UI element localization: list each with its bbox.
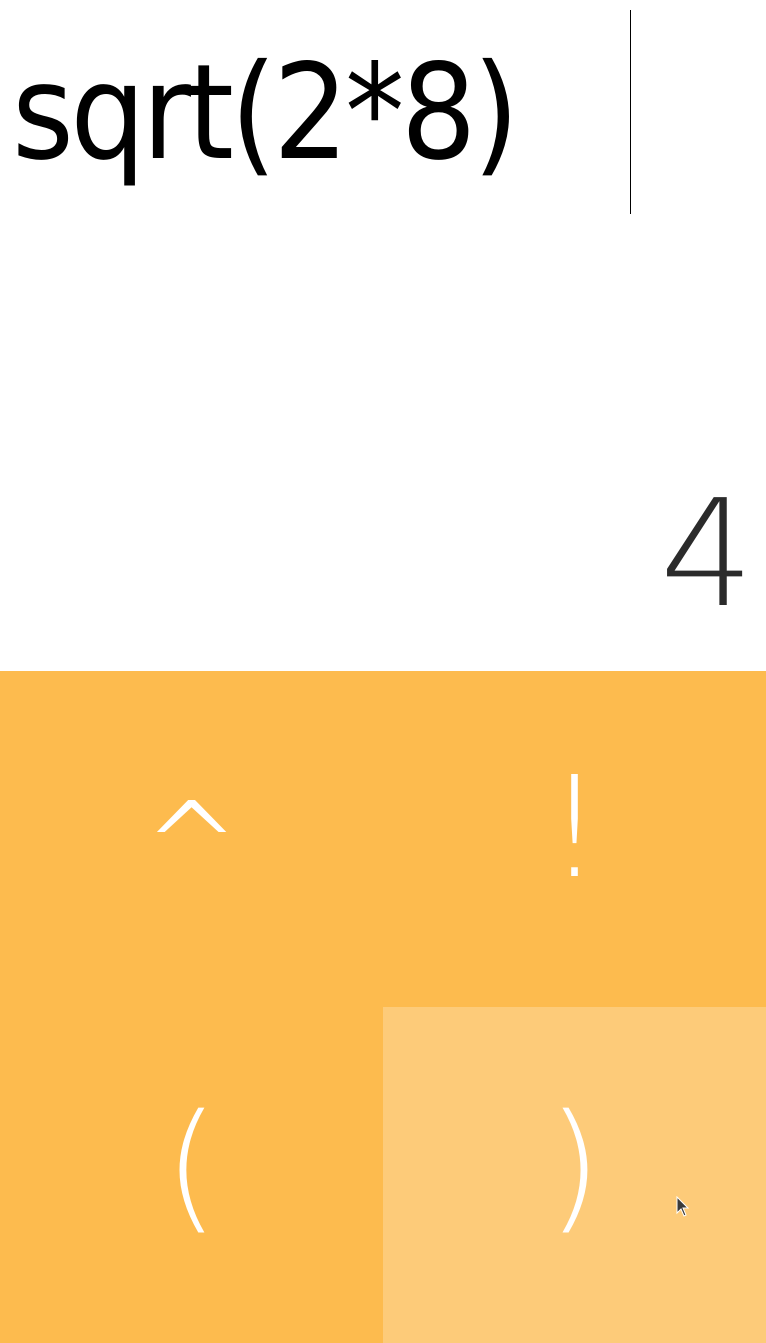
close-paren-button-label: ) <box>547 1085 602 1248</box>
keypad: ^ ! ( ) <box>0 671 766 1343</box>
result-value: 4 <box>659 468 754 640</box>
open-paren-button[interactable]: ( <box>0 1007 383 1343</box>
power-button[interactable]: ^ <box>0 671 383 1007</box>
cursor-arrow-icon <box>676 1196 690 1217</box>
expression-text: sqrt(2*8) <box>12 36 519 190</box>
power-button-label: ^ <box>142 776 241 914</box>
calculator-app: sqrt(2*8) 4 ^ ! ( ) <box>0 0 766 1343</box>
close-paren-button[interactable]: ) <box>383 1007 766 1343</box>
display-panel: sqrt(2*8) 4 <box>0 0 766 671</box>
text-caret <box>630 10 631 214</box>
expression-input[interactable]: sqrt(2*8) <box>12 8 572 218</box>
factorial-button-label: ! <box>546 747 603 910</box>
factorial-button[interactable]: ! <box>383 671 766 1007</box>
open-paren-button-label: ( <box>164 1085 219 1248</box>
